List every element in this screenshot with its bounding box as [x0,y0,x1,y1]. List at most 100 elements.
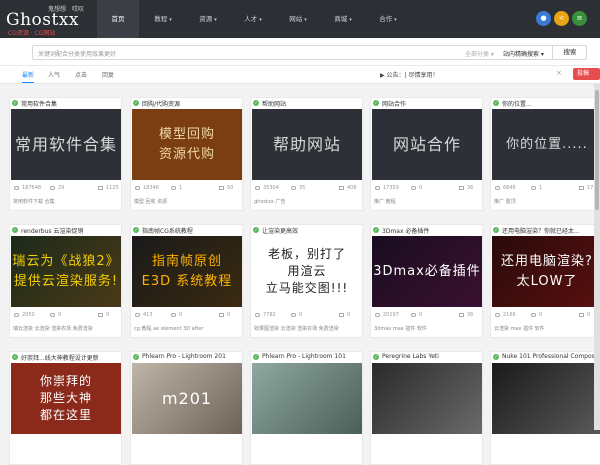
card-thumbnail[interactable]: 模型回购 资源代购 [132,109,242,180]
card-title[interactable]: 帮助网站 [262,99,286,108]
content-card[interactable]: ✓ 让渲染更高效 老板，别打了 用渲云 立马能交图!!! 7782 0 0 效果图渲染 云渲… [250,224,363,338]
card-thumbnail[interactable]: 还用电脑渲染? 太LOW了 [492,236,600,307]
content-card[interactable]: ✓ 帮助网站 帮助网站 35304 35 408 ghostxx 广告 [250,97,363,211]
nav-item-cooperation[interactable]: 合作 ▾ [367,0,409,38]
likes-count: 36 [467,312,474,318]
content-card[interactable]: ✓ 指南帧CG系统教程 指南帧原创 E3D 系统教程 413 0 0 cg 教程 ae el… [130,224,243,338]
card-title[interactable]: 网站合作 [382,99,406,108]
card-stats: 187648 29 1125 [10,185,121,194]
card-title[interactable]: 回购/代购资源 [142,99,180,108]
card-thumbnail[interactable] [252,363,362,434]
card-title[interactable]: 常用软件合集 [21,99,57,108]
card-thumbnail[interactable]: 帮助网站 [252,109,362,180]
content-card[interactable]: ✓ Phlearn Pro - Lightroom 101 [250,351,363,465]
share-icon[interactable]: < [554,11,569,26]
thumbnail-caption: 老板，别打了 用渲云 立马能交图!!! [265,247,349,295]
nav-item-shop[interactable]: 商城 ▾ [322,0,364,38]
card-tags[interactable]: 3dmax max 插件 软件 [374,325,427,332]
card-tags[interactable]: 推广 教程 [374,198,396,205]
user-menu-icon[interactable]: ≡ [572,11,587,26]
card-thumbnail[interactable]: 你的位置..... [492,109,600,180]
card-thumbnail[interactable]: 3Dmax必备插件 [372,236,482,307]
tab-popular[interactable]: 人气 [48,70,60,79]
card-tags[interactable]: 云渲染 max 插件 软件 [494,325,545,332]
site-logo[interactable]: Ghostxx 鬼想想 哎叹 CG资源 · CG网站 [6,2,96,37]
search-box[interactable]: 关键词配合分类使用效果更好 全部分类 ▾ 站内精确搜索 ▾ 搜索 [32,45,587,60]
bell-icon[interactable]: ● [536,11,551,26]
content-card[interactable]: ✓ 3Dmax 必备插件 3Dmax必备插件 20197 0 36 3dmax max 插件… [370,224,483,338]
card-thumbnail[interactable]: 常用软件合集 [11,109,121,180]
card-thumbnail[interactable]: m201 [132,363,242,434]
content-card[interactable]: ✓ 网站合作 网站合作 17359 0 36 推广 教程 [370,97,483,211]
comments-count: 0 [179,312,183,318]
content-card[interactable]: ✓ 你的位置... 你的位置..... 6846 1 17 推广 置顶 [490,97,600,211]
card-thumbnail[interactable] [492,363,600,434]
content-card[interactable]: ✓ 常用软件合集 常用软件合集 187648 29 1125 常用软件下载 合集 [9,97,122,211]
card-title[interactable]: Nuke 101 Professional Compositi... [502,353,600,360]
card-stats: 35304 35 408 [251,185,362,194]
thumbs-up-icon [339,312,344,318]
chevron-down-icon: ▾ [259,17,262,23]
eye-icon [135,185,140,191]
card-title[interactable]: Phlearn Pro - Lightroom 101 [262,353,346,360]
card-tags[interactable]: 效果图渲染 云渲染 渲染农场 免费渲染 [254,325,339,332]
card-title[interactable]: 让渲染更高效 [262,226,298,235]
card-title[interactable]: Phlearn Pro - Lightroom 201 [142,353,226,360]
thumbnail-caption: 你崇拜的 那些大神 都在这里 [39,374,92,422]
scrollbar[interactable] [594,84,600,430]
category-select[interactable]: 全部分类 ▾ [465,49,494,58]
card-thumbnail[interactable]: 你崇拜的 那些大神 都在这里 [11,363,121,434]
content-card[interactable]: ✓ 还用电脑渲染？你就已经太... 还用电脑渲染? 太LOW了 2166 0 0 云渲染 m… [490,224,600,338]
check-icon: ✓ [12,354,18,360]
card-tags[interactable]: ghostxx 广告 [254,198,285,205]
card-thumbnail[interactable]: 老板，别打了 用渲云 立马能交图!!! [252,236,362,307]
card-tags[interactable]: cg 教程 ae element 3D after [134,325,204,332]
card-title[interactable]: 好崇拜...线大神教程设计更新 [21,353,99,362]
card-thumbnail[interactable]: 网站合作 [372,109,482,180]
content-card[interactable]: ✓ 好崇拜...线大神教程设计更新你崇拜的 那些大神 都在这里 [9,351,122,465]
nav-item-sites[interactable]: 网站 ▾ [277,0,319,38]
tab-replies[interactable]: 回复 [102,70,114,79]
thumbs-up-icon [98,312,103,318]
nav-item-resources[interactable]: 资源 ▾ [187,0,229,38]
card-header: ✓ 好崇拜...线大神教程设计更新 [10,352,121,362]
card-thumbnail[interactable]: 瑞云为《战狼2》 提供云渲染服务! [11,236,121,307]
comments-count: 1 [539,185,543,191]
card-thumbnail[interactable] [372,363,482,434]
close-icon[interactable]: × [556,69,562,77]
search-mode-select[interactable]: 站内精确搜索 ▾ [503,49,544,58]
thumbnail-caption [372,363,482,434]
check-icon: ✓ [373,227,379,233]
comment-icon [291,312,296,318]
content-card[interactable]: ✓ Nuke 101 Professional Compositi... [490,351,600,465]
nav-item-talent[interactable]: 人才 ▾ [232,0,274,38]
card-header: ✓ 3Dmax 必备插件 [371,225,482,235]
card-tags[interactable]: 推广 置顶 [494,198,516,205]
card-stats: 2050 0 0 [10,312,121,321]
card-title[interactable]: 指南帧CG系统教程 [142,226,193,235]
chevron-down-icon: ▾ [394,17,397,23]
nav-item-tutorials[interactable]: 教程 ▾ [142,0,184,38]
card-title[interactable]: renderbus 云渲染促销 [21,226,83,235]
card-tags[interactable]: 瑞云渲染 云渲染 渲染农场 免费渲染 [13,325,93,332]
content-card[interactable]: ✓ renderbus 云渲染促销 瑞云为《战狼2》 提供云渲染服务! 2050 0 0 瑞… [9,224,122,338]
card-tags[interactable]: 模型 回收 资源 [134,198,167,205]
submit-button[interactable]: 投稿 [573,68,600,80]
card-header: ✓ 网站合作 [371,98,482,108]
tab-clicks[interactable]: 点击 [75,70,87,79]
search-button[interactable]: 搜索 [552,45,587,60]
card-tags[interactable]: 常用软件下载 合集 [13,198,55,205]
card-title[interactable]: 3Dmax 必备插件 [382,226,429,235]
check-icon: ✓ [253,227,259,233]
tab-latest[interactable]: 最新 [22,70,35,83]
card-title[interactable]: Peregrine Labs Yeti [382,353,439,360]
content-card[interactable]: ✓ Phlearn Pro - Lightroom 201 m201 [130,351,243,465]
content-card[interactable]: ✓ Peregrine Labs Yeti [370,351,483,465]
card-title[interactable]: 你的位置... [502,99,532,108]
card-title[interactable]: 还用电脑渲染？你就已经太... [502,226,580,235]
card-thumbnail[interactable]: 指南帧原创 E3D 系统教程 [132,236,242,307]
scrollbar-thumb[interactable] [595,90,599,210]
content-card[interactable]: ✓ 回购/代购资源 模型回购 资源代购 18346 1 50 模型 回收 资源 [130,97,243,211]
nav-item-home[interactable]: 首页 [97,0,139,38]
search-input[interactable]: 关键词配合分类使用效果更好 [38,49,116,58]
